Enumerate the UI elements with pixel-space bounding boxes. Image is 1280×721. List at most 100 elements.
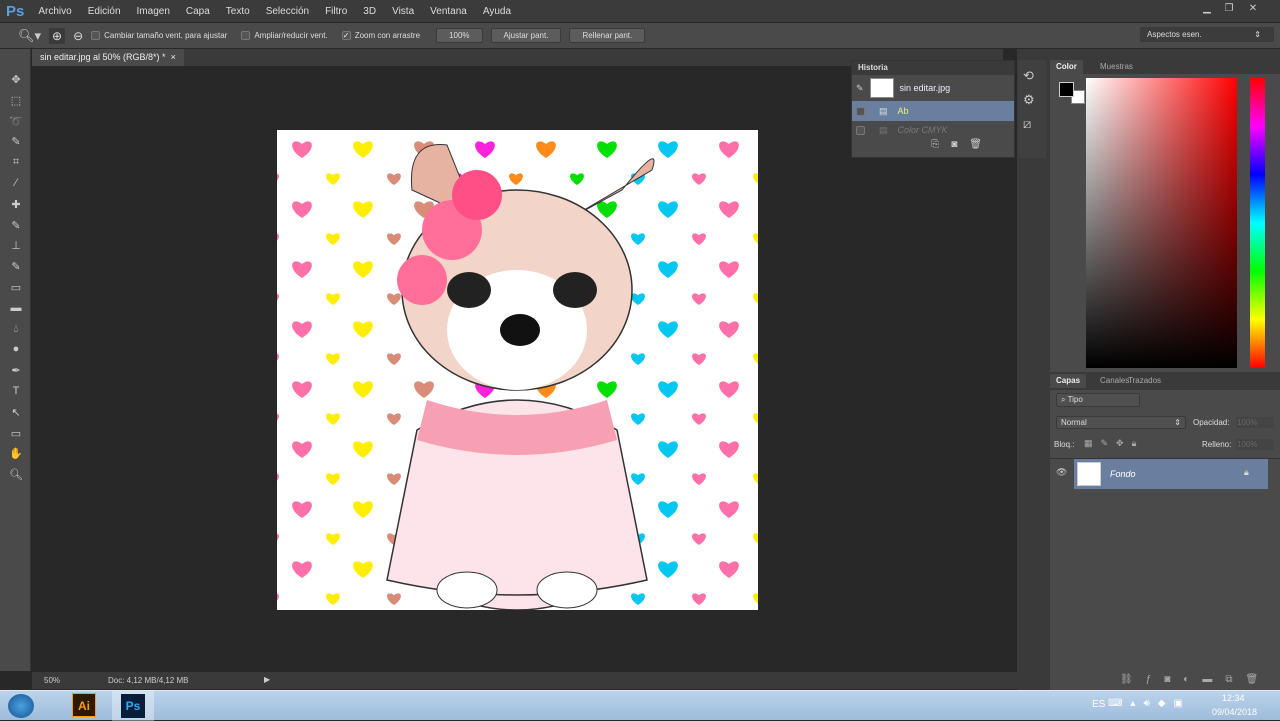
quick-select-tool-icon[interactable]: ✎	[7, 135, 25, 151]
resize-windows-checkbox[interactable]: Cambiar tamaño vent. para ajustar	[91, 31, 227, 41]
history-title: Historia	[852, 61, 1014, 75]
blur-tool-icon[interactable]: 💧︎	[7, 323, 25, 339]
hue-slider[interactable]	[1250, 78, 1265, 368]
history-brush-icon[interactable]: ✎	[856, 83, 864, 94]
document-tab[interactable]: sin editar.jpg al 50% (RGB/8*) * ×	[32, 49, 184, 66]
fill-input[interactable]: 100%	[1236, 439, 1274, 450]
zoom-100-button[interactable]: 100%	[436, 28, 483, 43]
menu-3d[interactable]: 3D	[363, 6, 376, 17]
stamp-tool-icon[interactable]: ⊥	[7, 239, 25, 255]
layer-name: Fondo	[1110, 469, 1136, 479]
zoom-tool-icon[interactable]: 🔍︎	[7, 468, 25, 484]
layers-footer-icons[interactable]: ⛓ƒ◙◐▬⧉🗑︎	[1120, 674, 1271, 685]
start-button[interactable]	[8, 694, 34, 718]
opacity-input[interactable]: 100%	[1236, 417, 1274, 428]
menu-vista[interactable]: Vista	[392, 6, 414, 17]
gradient-tool-icon[interactable]: ▬	[7, 302, 25, 318]
path-select-tool-icon[interactable]: ↖	[7, 406, 25, 422]
brush-preset-icon[interactable]: ⧄	[1023, 116, 1041, 132]
illustrator-taskbar-icon[interactable]: Ai	[72, 693, 96, 717]
chevron-icon: ⇕	[1254, 30, 1261, 39]
color-field[interactable]	[1086, 78, 1237, 368]
menu-ventana[interactable]: Ventana	[430, 6, 467, 17]
history-brush-tool-icon[interactable]: ✎	[7, 260, 25, 276]
pen-tool-icon[interactable]: ✒	[7, 364, 25, 380]
snapshot-thumbnail	[869, 78, 894, 98]
tab-capas[interactable]: Capas	[1050, 374, 1087, 388]
lasso-tool-icon[interactable]: ➰	[7, 115, 25, 131]
type-tool-icon[interactable]: T	[7, 385, 25, 401]
marquee-tool-icon[interactable]: ⬚	[7, 94, 25, 110]
hand-tool-icon[interactable]: ✋	[7, 447, 25, 463]
minimize-icon[interactable]: ▁	[1198, 3, 1216, 17]
menu-ayuda[interactable]: Ayuda	[483, 6, 511, 17]
brush-tool-icon[interactable]: ✎	[7, 219, 25, 235]
history-item[interactable]: ▤ Ab	[852, 101, 1014, 121]
snapshot-label: sin editar.jpg	[899, 83, 951, 93]
clock-date[interactable]: 09/04/2018	[1212, 707, 1257, 717]
menu-texto[interactable]: Texto	[226, 6, 250, 17]
lock-icons[interactable]: ▦✎✥🔒︎	[1084, 438, 1144, 449]
layer-filter-select[interactable]: ⌕ Tipo	[1056, 393, 1140, 407]
visibility-eye-icon[interactable]: 👁︎	[1056, 467, 1067, 478]
properties-icon[interactable]: ⚙	[1023, 92, 1041, 108]
shape-tool-icon[interactable]: ▭	[7, 427, 25, 443]
document-canvas[interactable]	[277, 130, 758, 610]
new-document-icon[interactable]: ⎘	[931, 139, 951, 150]
photoshop-taskbar-button[interactable]: Ps	[112, 691, 154, 721]
layer-thumbnail	[1077, 462, 1101, 486]
panel-icon-strip: ⟲ ⚙ ⧄	[1018, 60, 1046, 158]
color-panel: Color Muestras	[1050, 60, 1280, 372]
tab-trazados[interactable]: Trazados	[1122, 374, 1167, 388]
snapshot-camera-icon[interactable]: ◙	[951, 139, 969, 150]
status-bar: 50% Doc: 4,12 MB/4,12 MB ▶	[32, 672, 1018, 689]
menu-archivo[interactable]: Archivo	[38, 6, 71, 17]
fill-screen-button[interactable]: Rellenar pant.	[569, 28, 646, 43]
move-tool-icon[interactable]: ✥	[7, 73, 25, 89]
workspace-select[interactable]: Aspectos esen. ⇕	[1140, 27, 1274, 42]
menu-seleccion[interactable]: Selección	[266, 6, 309, 17]
opacity-label: Opacidad:	[1193, 418, 1230, 427]
zoom-all-checkbox[interactable]: Ampliar/reducir vent.	[241, 31, 328, 41]
close-icon[interactable]: ✕	[1244, 3, 1262, 17]
close-tab-icon[interactable]: ×	[171, 52, 176, 62]
status-menu-arrow-icon[interactable]: ▶	[264, 675, 270, 684]
foreground-color-swatch[interactable]	[1059, 82, 1074, 97]
menu-edicion[interactable]: Edición	[88, 6, 121, 17]
photoshop-logo: Ps	[6, 2, 25, 20]
menu-bar: Ps Archivo Edición Imagen Capa Texto Sel…	[0, 0, 1280, 22]
history-item[interactable]: ▤ Color CMYK	[852, 121, 1014, 139]
document-icon: ▤	[879, 124, 888, 135]
restore-icon[interactable]: ❐	[1220, 3, 1238, 17]
windows-taskbar: Ai Ps ES ⌨▴🔊︎◆▣ 12:34 09/04/2018	[0, 690, 1280, 721]
eraser-tool-icon[interactable]: ▭	[7, 281, 25, 297]
menu-imagen[interactable]: Imagen	[137, 6, 170, 17]
tab-muestras[interactable]: Muestras	[1094, 60, 1139, 74]
layers-panel: Capas Canales Trazados ⌕ Tipo Normal ⇕ Op…	[1050, 374, 1280, 690]
zoom-out-icon[interactable]: ⊖	[73, 29, 83, 43]
tools-panel: ✥ ⬚ ➰ ✎ ⌗ ⁄ ✚ ✎ ⊥ ✎ ▭ ▬ 💧︎ ● ✒ T ↖ ▭ ✋ 🔍︎	[0, 49, 31, 671]
history-snapshot[interactable]: ✎ sin editar.jpg	[852, 75, 1014, 101]
menu-capa[interactable]: Capa	[186, 6, 210, 17]
layer-row[interactable]: 👁︎ Fondo 🔒︎	[1050, 458, 1280, 489]
zoom-level[interactable]: 50%	[44, 676, 60, 685]
dodge-tool-icon[interactable]: ●	[7, 343, 25, 359]
crop-tool-icon[interactable]: ⌗	[7, 156, 25, 172]
trash-icon[interactable]: 🗑︎	[969, 139, 994, 150]
clock-time[interactable]: 12:34	[1222, 693, 1245, 703]
healing-tool-icon[interactable]: ✚	[7, 198, 25, 214]
scrubby-zoom-checkbox[interactable]: ✓ Zoom con arrastre	[341, 31, 420, 41]
options-bar: 🔍︎▾ ⊕ ⊖ Cambiar tamaño vent. para ajusta…	[0, 23, 1280, 48]
zoom-tool-icon[interactable]: 🔍︎▾	[18, 28, 41, 44]
tray-icons[interactable]: ⌨▴🔊︎◆▣	[1108, 698, 1191, 709]
fit-screen-button[interactable]: Ajustar pant.	[490, 28, 562, 43]
zoom-in-icon[interactable]: ⊕	[49, 27, 66, 44]
language-indicator[interactable]: ES	[1092, 699, 1105, 710]
eyedropper-tool-icon[interactable]: ⁄	[7, 177, 25, 193]
blend-mode-select[interactable]: Normal ⇕	[1056, 416, 1186, 429]
menu-filtro[interactable]: Filtro	[325, 6, 347, 17]
tab-color[interactable]: Color	[1050, 60, 1083, 74]
fill-label: Relleno:	[1202, 440, 1232, 449]
document-icon: ▤	[879, 105, 888, 116]
history-panel-icon[interactable]: ⟲	[1023, 68, 1041, 84]
